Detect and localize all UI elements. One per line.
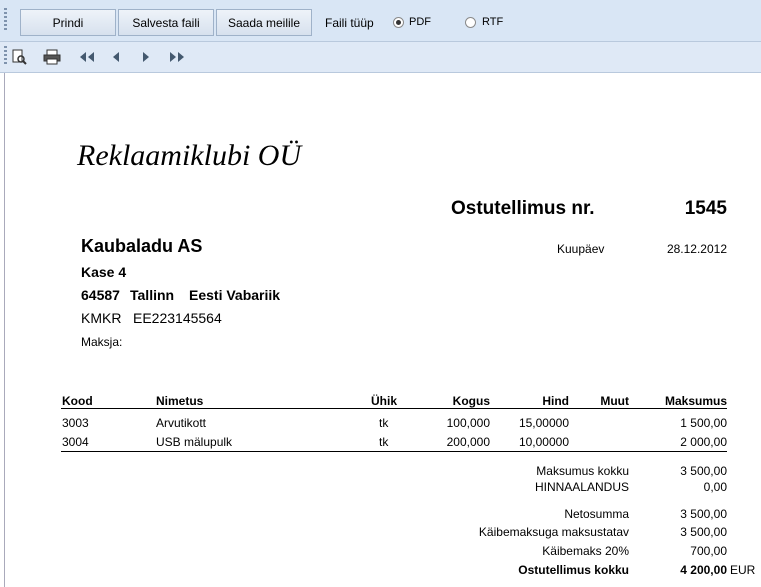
cell-maksumus: 1 500,00: [680, 416, 727, 430]
col-header-uhik: Ühik: [371, 394, 398, 408]
document-title: Ostutellimus nr.: [451, 198, 595, 219]
next-page-icon[interactable]: [138, 48, 154, 66]
payer-label: Maksja:: [81, 335, 123, 349]
toolbar-grip[interactable]: [4, 46, 7, 66]
print-button[interactable]: Prindi: [20, 9, 116, 36]
cell-hind: 10,00000: [518, 435, 569, 449]
currency-label: EUR: [730, 563, 756, 577]
supplier-name: Kaubaladu AS: [81, 236, 203, 256]
file-type-label: Faili tüüp: [325, 16, 374, 30]
order-total-value: 4 200,00: [680, 563, 727, 577]
kmkr-label: KMKR: [81, 310, 122, 326]
col-header-hind: Hind: [542, 394, 569, 408]
discount-label: HINNAALANDUS: [534, 480, 629, 494]
last-page-icon[interactable]: [166, 48, 188, 66]
cell-nimetus: Arvutikott: [156, 416, 207, 430]
supplier-street: Kase 4: [81, 264, 127, 280]
total-cost-label: Maksumus kokku: [536, 464, 629, 478]
supplier-country: Eesti Vabariik: [189, 287, 281, 303]
kmkr-value: EE223145564: [133, 310, 222, 326]
vat-label: Käibemaks 20%: [542, 544, 629, 558]
send-email-button[interactable]: Saada meilile: [216, 9, 312, 36]
vat-value: 700,00: [690, 544, 727, 558]
date-label: Kuupäev: [557, 242, 605, 256]
date-value: 28.12.2012: [666, 242, 727, 256]
table-header-divider: [61, 408, 727, 409]
cell-kogus: 100,000: [446, 416, 490, 430]
vat-taxable-value: 3 500,00: [680, 525, 727, 539]
col-header-muut: Muut: [600, 394, 629, 408]
pdf-radio[interactable]: [393, 17, 404, 28]
net-sum-value: 3 500,00: [680, 507, 727, 521]
col-header-nimetus: Nimetus: [156, 394, 204, 408]
cell-uhik: tk: [379, 435, 389, 449]
total-cost-value: 3 500,00: [680, 464, 727, 478]
col-header-maksumus: Maksumus: [664, 394, 727, 408]
cell-kogus: 200,000: [446, 435, 490, 449]
order-total-label: Ostutellimus kokku: [518, 563, 629, 577]
net-sum-label: Netosumma: [564, 507, 629, 521]
printer-icon[interactable]: [42, 48, 62, 66]
cell-uhik: tk: [379, 416, 389, 430]
document-number: 1545: [684, 198, 727, 219]
rtf-radio-label[interactable]: RTF: [482, 16, 503, 28]
table-bottom-divider: [61, 451, 727, 452]
rtf-radio[interactable]: [465, 17, 476, 28]
page-preview-icon[interactable]: [10, 48, 28, 66]
previous-page-icon[interactable]: [108, 48, 124, 66]
col-header-kogus: Kogus: [452, 394, 490, 408]
supplier-postal: 64587: [81, 287, 120, 303]
pdf-radio-label[interactable]: PDF: [409, 16, 431, 28]
report-page: Reklaamiklubi OÜ Ostutellimus nr. 1545 K…: [4, 73, 761, 587]
cell-hind: 15,00000: [518, 416, 569, 430]
toolbar-grip[interactable]: [4, 8, 7, 32]
cell-kood: 3003: [62, 416, 89, 430]
col-header-kood: Kood: [62, 394, 93, 408]
supplier-city: Tallinn: [130, 287, 175, 303]
cell-kood: 3004: [62, 435, 89, 449]
company-name: Reklaamiklubi OÜ: [77, 139, 302, 172]
vat-taxable-label: Käibemaksuga maksustatav: [478, 525, 629, 539]
cell-maksumus: 2 000,00: [680, 435, 727, 449]
preview-toolbar: [0, 42, 761, 73]
first-page-icon[interactable]: [76, 48, 98, 66]
discount-value: 0,00: [703, 480, 727, 494]
action-toolbar: Prindi Salvesta faili Saada meilile Fail…: [0, 0, 761, 42]
save-to-file-button[interactable]: Salvesta faili: [118, 9, 214, 36]
cell-nimetus: USB mälupulk: [156, 435, 233, 449]
